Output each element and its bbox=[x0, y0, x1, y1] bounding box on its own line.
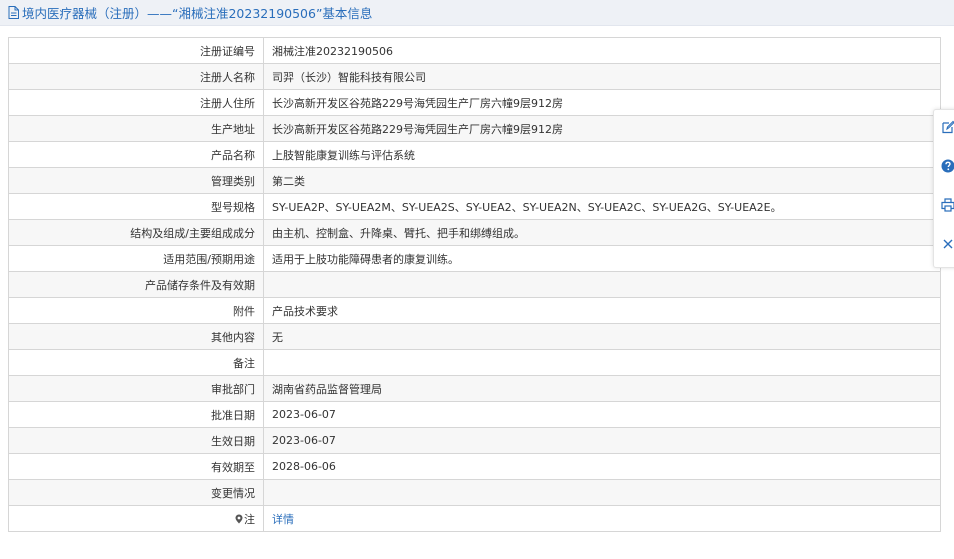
row-value: 长沙高新开发区谷苑路229号海凭园生产厂房六幢9层912房 bbox=[263, 89, 941, 116]
row-label: 备注 bbox=[8, 349, 264, 376]
row-label: 产品名称 bbox=[8, 141, 264, 168]
table-row: 审批部门 湖南省药品监督管理局 bbox=[8, 375, 941, 402]
table-row: 注册证编号 湘械注准20232190506 bbox=[8, 37, 941, 64]
table-row: 生产地址 长沙高新开发区谷苑路229号海凭园生产厂房六幢9层912房 bbox=[8, 115, 941, 142]
row-value: 第二类 bbox=[263, 167, 941, 194]
table-row: 适用范围/预期用途 适用于上肢功能障碍患者的康复训练。 bbox=[8, 245, 941, 272]
row-label: 注册人住所 bbox=[8, 89, 264, 116]
table-row: 批准日期 2023-06-07 bbox=[8, 401, 941, 428]
row-value: 产品技术要求 bbox=[263, 297, 941, 324]
row-label: 生效日期 bbox=[8, 427, 264, 454]
row-value: 上肢智能康复训练与评估系统 bbox=[263, 141, 941, 168]
table-row: 产品储存条件及有效期 bbox=[8, 271, 941, 298]
row-label: 注册证编号 bbox=[8, 37, 264, 64]
row-value: 由主机、控制盒、升降桌、臂托、把手和绑缚组成。 bbox=[263, 219, 941, 246]
page-title: 境内医疗器械（注册）——“湘械注准20232190506”基本信息 bbox=[22, 6, 373, 21]
row-value: 2023-06-07 bbox=[263, 401, 941, 428]
table-row: 注册人住所 长沙高新开发区谷苑路229号海凭园生产厂房六幢9层912房 bbox=[8, 89, 941, 116]
note-label: 注 bbox=[244, 512, 255, 526]
table-row: 产品名称 上肢智能康复训练与评估系统 bbox=[8, 141, 941, 168]
table-row: 型号规格 SY-UEA2P、SY-UEA2M、SY-UEA2S、SY-UEA2、S… bbox=[8, 193, 941, 220]
row-value: 湖南省药品监督管理局 bbox=[263, 375, 941, 402]
info-table: 注册证编号 湘械注准20232190506 注册人名称 司羿（长沙）智能科技有限公司… bbox=[8, 37, 941, 532]
page-header: 境内医疗器械（注册）——“湘械注准20232190506”基本信息 bbox=[0, 0, 954, 26]
note-row: 注 详情 bbox=[8, 505, 941, 532]
close-icon[interactable] bbox=[941, 237, 954, 251]
table-row: 变更情况 bbox=[8, 479, 941, 506]
table-row: 附件 产品技术要求 bbox=[8, 297, 941, 324]
row-label: 其他内容 bbox=[8, 323, 264, 350]
note-value-cell: 详情 bbox=[263, 505, 941, 532]
row-value: 长沙高新开发区谷苑路229号海凭园生产厂房六幢9层912房 bbox=[263, 115, 941, 142]
row-label: 注册人名称 bbox=[8, 63, 264, 90]
row-value: 司羿（长沙）智能科技有限公司 bbox=[263, 63, 941, 90]
row-value: 适用于上肢功能障碍患者的康复训练。 bbox=[263, 245, 941, 272]
row-value: 无 bbox=[263, 323, 941, 350]
table-row: 结构及组成/主要组成成分 由主机、控制盒、升降桌、臂托、把手和绑缚组成。 bbox=[8, 219, 941, 246]
row-value bbox=[263, 349, 941, 376]
edit-icon[interactable] bbox=[941, 120, 954, 134]
row-label: 变更情况 bbox=[8, 479, 264, 506]
row-label: 附件 bbox=[8, 297, 264, 324]
row-value bbox=[263, 479, 941, 506]
row-value: SY-UEA2P、SY-UEA2M、SY-UEA2S、SY-UEA2、SY-UE… bbox=[263, 193, 941, 220]
row-label: 适用范围/预期用途 bbox=[8, 245, 264, 272]
table-row: 有效期至 2028-06-06 bbox=[8, 453, 941, 480]
details-link[interactable]: 详情 bbox=[272, 513, 294, 526]
print-icon[interactable] bbox=[941, 198, 954, 212]
row-value bbox=[263, 271, 941, 298]
pin-icon bbox=[235, 514, 243, 524]
row-label: 有效期至 bbox=[8, 453, 264, 480]
row-value: 湘械注准20232190506 bbox=[263, 37, 941, 64]
row-label: 产品储存条件及有效期 bbox=[8, 271, 264, 298]
row-label: 审批部门 bbox=[8, 375, 264, 402]
note-label-cell: 注 bbox=[8, 505, 264, 532]
table-row: 其他内容无 bbox=[8, 323, 941, 350]
row-label: 生产地址 bbox=[8, 115, 264, 142]
row-value: 2023-06-07 bbox=[263, 427, 941, 454]
row-label: 批准日期 bbox=[8, 401, 264, 428]
side-toolbar bbox=[933, 109, 954, 268]
row-label: 管理类别 bbox=[8, 167, 264, 194]
table-row: 生效日期 2023-06-07 bbox=[8, 427, 941, 454]
row-label: 型号规格 bbox=[8, 193, 264, 220]
row-value: 2028-06-06 bbox=[263, 453, 941, 480]
document-icon bbox=[8, 6, 19, 19]
table-row: 备注 bbox=[8, 349, 941, 376]
table-row: 注册人名称 司羿（长沙）智能科技有限公司 bbox=[8, 63, 941, 90]
table-row: 管理类别 第二类 bbox=[8, 167, 941, 194]
row-label: 结构及组成/主要组成成分 bbox=[8, 219, 264, 246]
help-icon[interactable] bbox=[941, 159, 954, 173]
